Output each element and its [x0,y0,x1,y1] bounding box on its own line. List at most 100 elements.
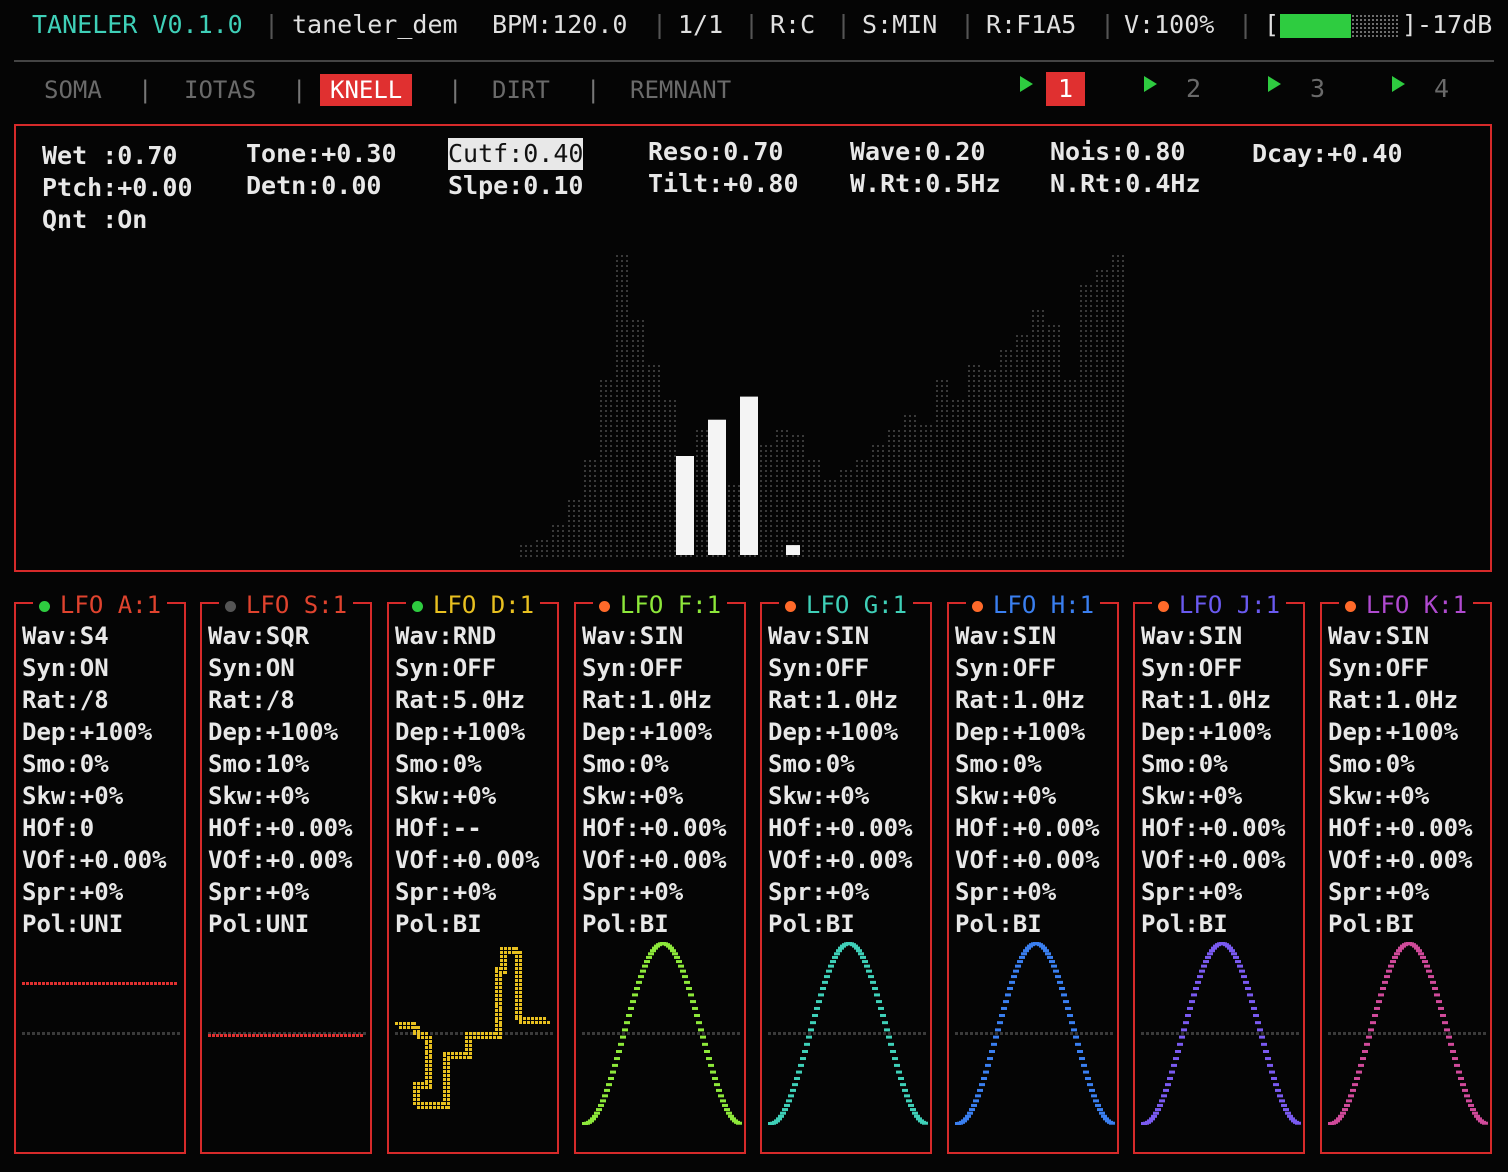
lfo-param[interactable]: Wav:SIN [955,620,1056,652]
lfo-param[interactable]: Spr:+0% [395,876,496,908]
lfo-header[interactable]: LFO D:1 [387,590,559,620]
lfo-param[interactable]: HOf:+0.00% [208,812,353,844]
tab-knell[interactable]: KNELL [320,74,413,106]
lfo-param[interactable]: VOf:+0.00% [1141,844,1286,876]
lfo-param[interactable]: Dep:+100% [208,716,338,748]
lfo-param[interactable]: VOf:+0.00% [208,844,353,876]
lfo-param[interactable]: Wav:S4 [22,620,109,652]
lfo-param[interactable]: HOf:0 [22,812,94,844]
pattern-slot-2[interactable]: 2 [1174,72,1213,106]
bpm-readout[interactable]: BPM:120.0 [492,8,627,42]
lfo-param[interactable]: Dep:+100% [395,716,525,748]
play-icon[interactable] [1144,76,1157,92]
random-seed-readout[interactable]: R:F1A5 [986,8,1076,42]
lfo-param[interactable]: Pol:BI [1141,908,1228,940]
lfo-param[interactable]: Syn:OFF [1328,652,1429,684]
lfo-param[interactable]: Pol:UNI [208,908,309,940]
root-readout[interactable]: R:C [770,8,815,42]
param-pitch[interactable]: Ptch:+0.00 [42,172,193,204]
lfo-param[interactable]: Dep:+100% [955,716,1085,748]
param-noise[interactable]: Nois:0.80 [1050,136,1185,168]
lfo-param[interactable]: Pol:BI [395,908,482,940]
lfo-param[interactable]: HOf:+0.00% [1328,812,1473,844]
pattern-slot-4[interactable]: 4 [1422,72,1461,106]
play-icon[interactable] [1392,76,1405,92]
lfo-header[interactable]: LFO G:1 [760,590,932,620]
lfo-param[interactable]: Skw:+0% [955,780,1056,812]
play-icon[interactable] [1020,76,1033,92]
lfo-param[interactable]: Wav:SIN [1141,620,1242,652]
param-wave-rate[interactable]: W.Rt:0.5Hz [850,168,1001,200]
lfo-param[interactable]: Rat:/8 [208,684,295,716]
lfo-param[interactable]: Rat:1.0Hz [582,684,712,716]
lfo-param[interactable]: VOf:+0.00% [582,844,727,876]
lfo-param[interactable]: Syn:ON [22,652,109,684]
lfo-param[interactable]: Syn:OFF [395,652,496,684]
lfo-param[interactable]: Skw:+0% [395,780,496,812]
tab-remnant[interactable]: REMNANT [620,74,741,106]
lfo-param[interactable]: Spr:+0% [208,876,309,908]
lfo-param[interactable]: Rat:/8 [22,684,109,716]
lfo-param[interactable]: Smo:0% [22,748,109,780]
lfo-param[interactable]: Skw:+0% [582,780,683,812]
lfo-param[interactable]: HOf:+0.00% [1141,812,1286,844]
lfo-param[interactable]: Rat:1.0Hz [1328,684,1458,716]
lfo-param[interactable]: Wav:SIN [582,620,683,652]
param-tone[interactable]: Tone:+0.30 [246,138,397,170]
lfo-param[interactable]: Syn:ON [208,652,295,684]
lfo-param[interactable]: Spr:+0% [1328,876,1429,908]
lfo-param[interactable]: Rat:1.0Hz [768,684,898,716]
lfo-param[interactable]: Spr:+0% [768,876,869,908]
param-resonance[interactable]: Reso:0.70 [648,136,783,168]
lfo-header[interactable]: LFO A:1 [14,590,186,620]
lfo-param[interactable]: Smo:0% [582,748,669,780]
lfo-param[interactable]: HOf:+0.00% [955,812,1100,844]
tab-iotas[interactable]: IOTAS [174,74,266,106]
lfo-param[interactable]: Skw:+0% [22,780,123,812]
lfo-param[interactable]: Pol:BI [582,908,669,940]
pattern-slot-3[interactable]: 3 [1298,72,1337,106]
lfo-param[interactable]: Skw:+0% [1141,780,1242,812]
lfo-param[interactable]: VOf:+0.00% [955,844,1100,876]
lfo-param[interactable]: VOf:+0.00% [22,844,167,876]
pattern-slot-1[interactable]: 1 [1046,72,1086,106]
lfo-param[interactable]: Skw:+0% [768,780,869,812]
lfo-param[interactable]: Dep:+100% [768,716,898,748]
lfo-param[interactable]: VOf:+0.00% [1328,844,1473,876]
lfo-param[interactable]: Pol:BI [1328,908,1415,940]
lfo-param[interactable]: Spr:+0% [1141,876,1242,908]
lfo-param[interactable]: Syn:OFF [768,652,869,684]
lfo-param[interactable]: Dep:+100% [22,716,152,748]
lfo-param[interactable]: Smo:0% [955,748,1042,780]
lfo-param[interactable]: Syn:OFF [582,652,683,684]
lfo-param[interactable]: Rat:1.0Hz [1141,684,1271,716]
lfo-param[interactable]: HOf:+0.00% [582,812,727,844]
lfo-param[interactable]: Pol:BI [768,908,855,940]
meter-readout[interactable]: 1/1 [678,8,723,42]
lfo-param[interactable]: Pol:UNI [22,908,123,940]
lfo-param[interactable]: Smo:0% [1328,748,1415,780]
tab-dirt[interactable]: DIRT [482,74,560,106]
lfo-header[interactable]: LFO J:1 [1133,590,1305,620]
param-wet[interactable]: Wet :0.70 [42,140,177,172]
param-slope[interactable]: Slpe:0.10 [448,170,583,202]
lfo-param[interactable]: Skw:+0% [1328,780,1429,812]
lfo-param[interactable]: HOf:-- [395,812,482,844]
param-decay[interactable]: Dcay:+0.40 [1252,138,1403,170]
lfo-param[interactable]: Pol:BI [955,908,1042,940]
scale-readout[interactable]: S:MIN [862,8,937,42]
lfo-param[interactable]: Wav:SQR [208,620,309,652]
volume-readout[interactable]: V:100% [1124,8,1214,42]
lfo-param[interactable]: Smo:0% [395,748,482,780]
param-detune[interactable]: Detn:0.00 [246,170,381,202]
lfo-param[interactable]: Smo:0% [1141,748,1228,780]
lfo-param[interactable]: Spr:+0% [955,876,1056,908]
project-name[interactable]: taneler_dem [292,8,458,42]
lfo-header[interactable]: LFO H:1 [947,590,1119,620]
lfo-param[interactable]: Smo:0% [768,748,855,780]
param-cutoff[interactable]: Cutf:0.40 [448,138,584,170]
lfo-param[interactable]: Dep:+100% [1141,716,1271,748]
lfo-param[interactable]: VOf:+0.00% [395,844,540,876]
tab-soma[interactable]: SOMA [34,74,112,106]
lfo-param[interactable]: Wav:SIN [1328,620,1429,652]
